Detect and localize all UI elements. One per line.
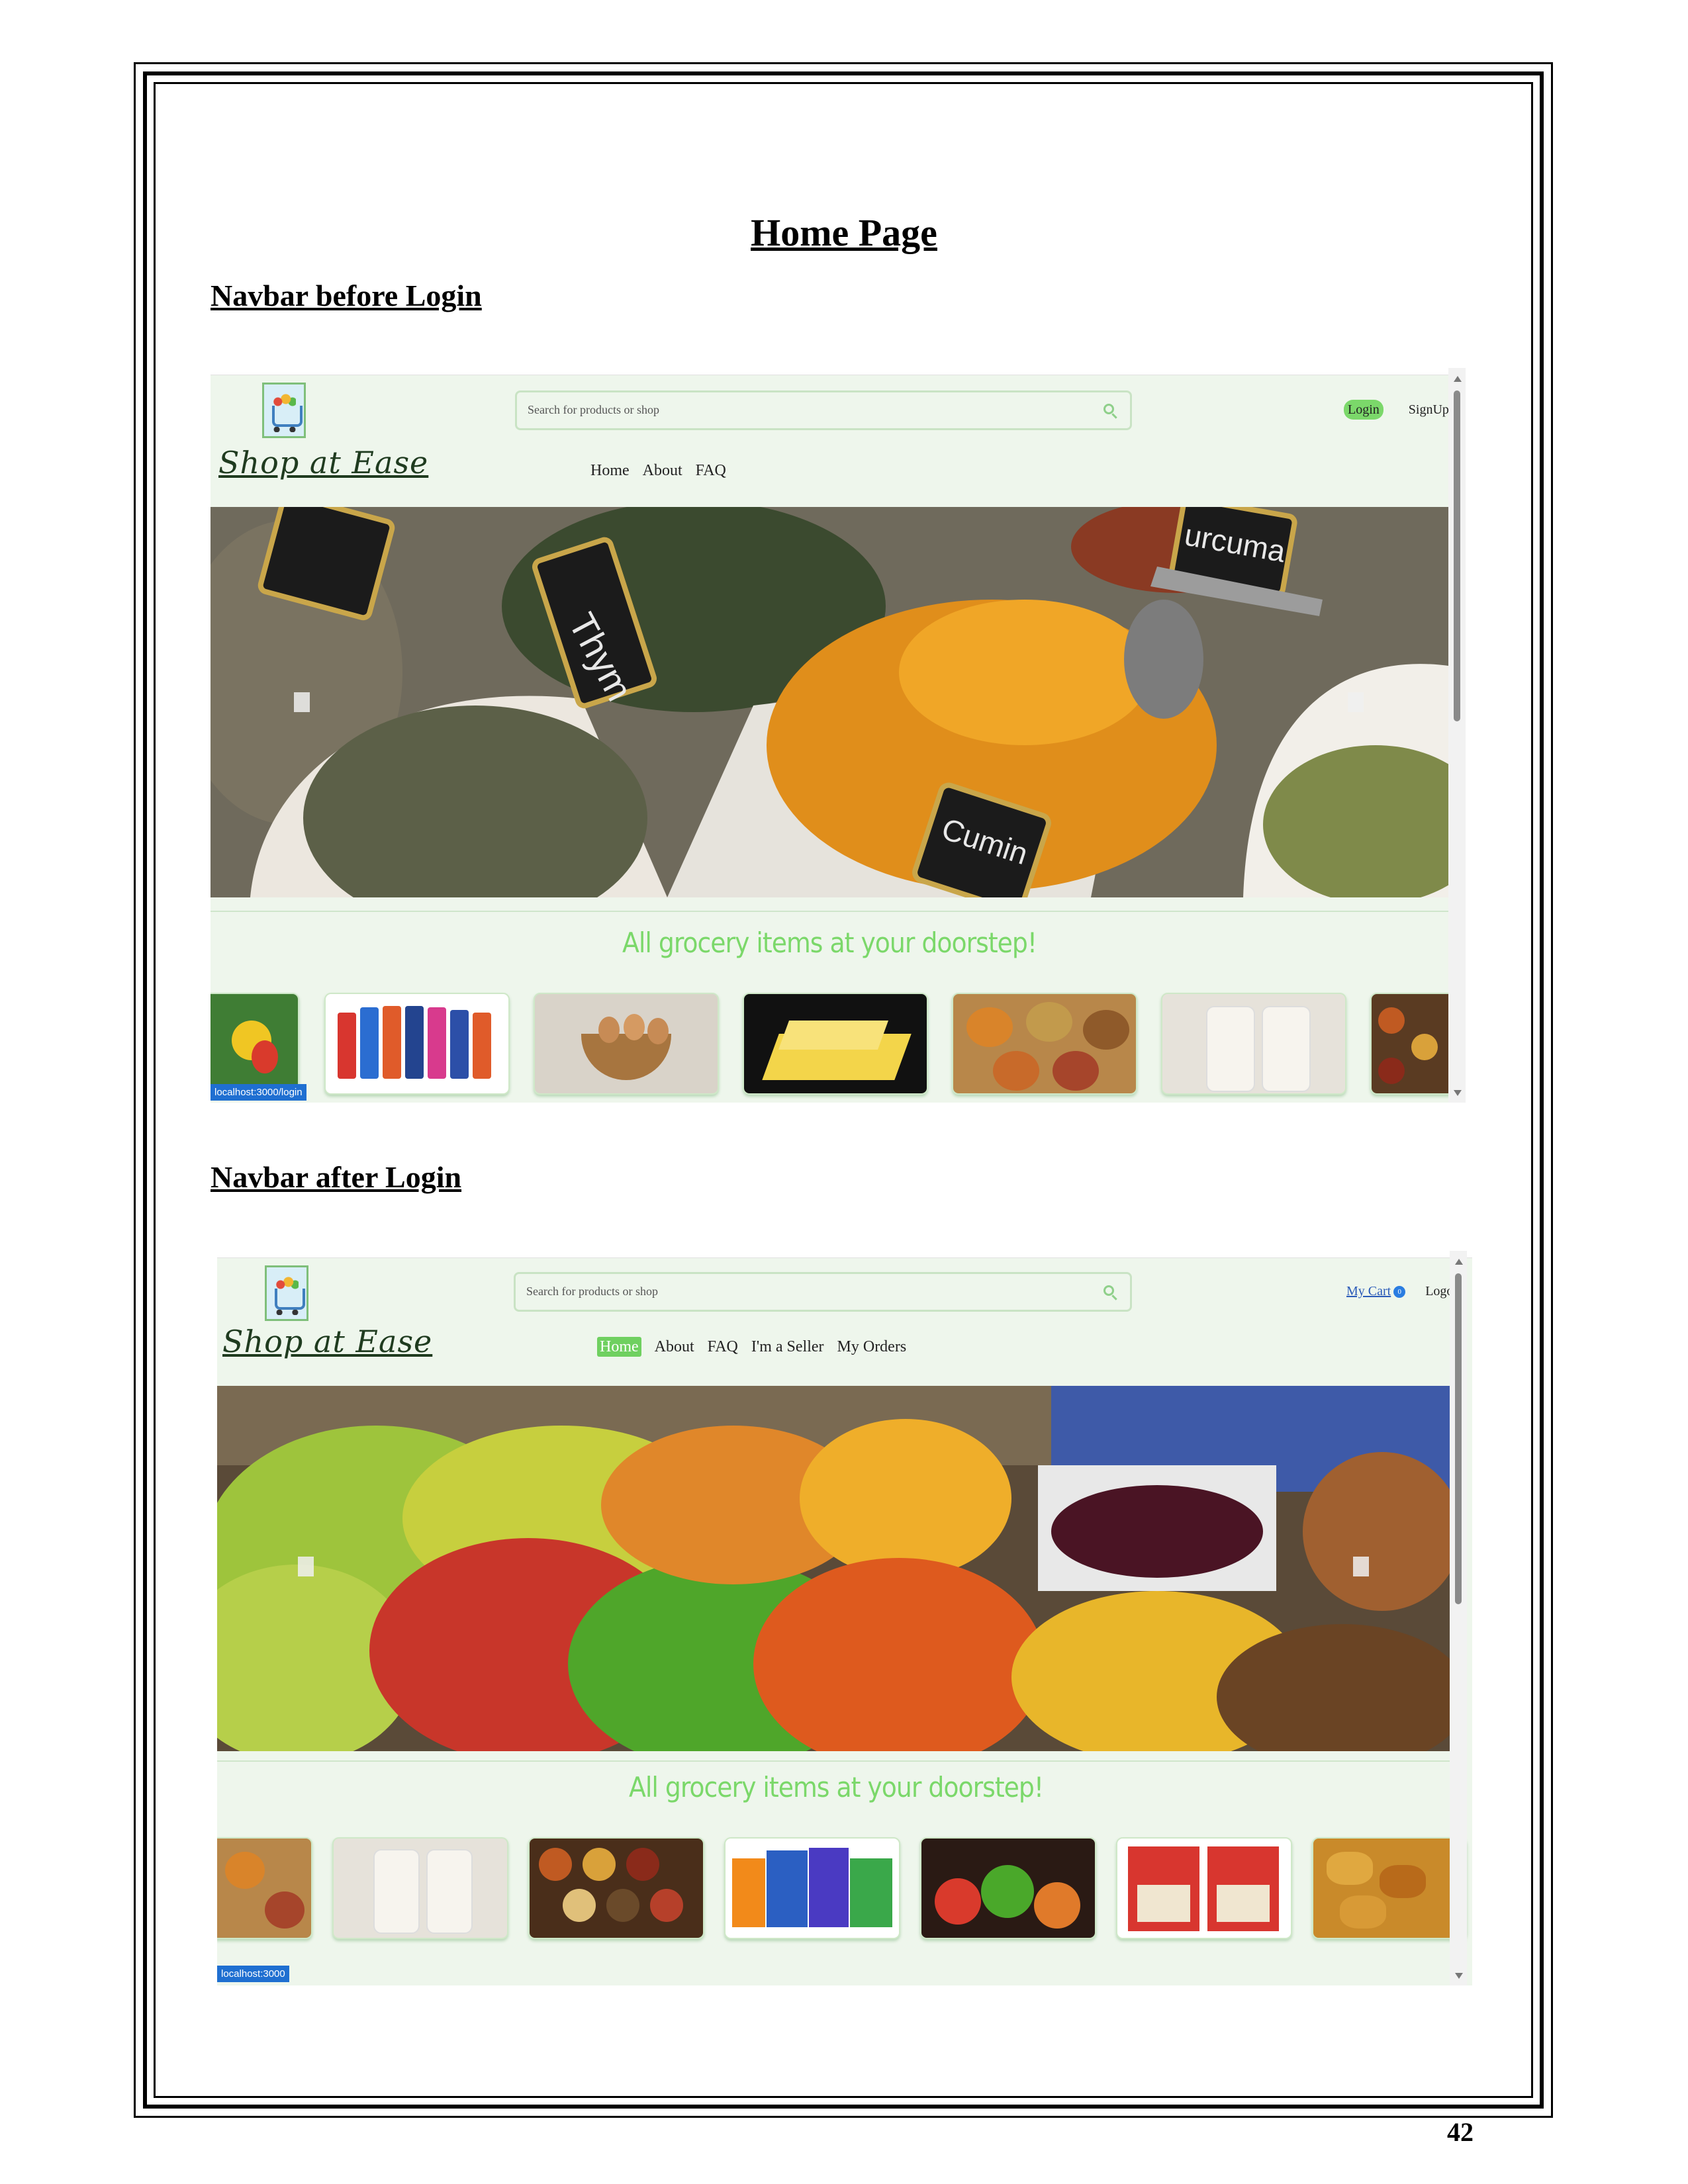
- nav-seller[interactable]: I'm a Seller: [751, 1338, 824, 1355]
- scroll-down-arrow-icon[interactable]: [1454, 1090, 1462, 1096]
- hero-carousel-spices[interactable]: Thym Cumin urcuma: [211, 507, 1448, 897]
- product-card-eggs[interactable]: [534, 993, 719, 1095]
- carousel-next-indicator[interactable]: [1348, 692, 1364, 712]
- scroll-up-arrow-icon[interactable]: [1455, 1259, 1463, 1265]
- search-input[interactable]: Search for products or shop: [515, 390, 1132, 430]
- nav-about[interactable]: About: [655, 1338, 694, 1355]
- page-scrollbar[interactable]: [1450, 1251, 1467, 1985]
- search-placeholder: Search for products or shop: [526, 1285, 658, 1298]
- section-heading-before-login: Navbar before Login: [211, 279, 482, 312]
- product-card-snacks[interactable]: [1312, 1837, 1467, 1939]
- product-card-detergents[interactable]: [724, 1837, 900, 1939]
- product-card-cerelac[interactable]: [1116, 1837, 1292, 1939]
- product-card-pulses[interactable]: [952, 993, 1137, 1095]
- page-number: 42: [1447, 2117, 1474, 2147]
- main-nav: Home About FAQ I'm a Seller My Orders: [597, 1337, 919, 1357]
- logo-text[interactable]: Shop at Ease: [222, 1324, 432, 1359]
- nav-my-orders[interactable]: My Orders: [837, 1338, 907, 1355]
- product-card-vegetables[interactable]: [920, 1837, 1096, 1939]
- scrollbar-thumb[interactable]: [1455, 1273, 1462, 1604]
- status-bar-url: localhost:3000/login: [211, 1084, 306, 1101]
- my-cart-link[interactable]: My Cart: [1346, 1284, 1391, 1298]
- product-card-shampoo[interactable]: [332, 1837, 508, 1939]
- auth-links: Login SignUp: [1344, 400, 1449, 420]
- hero-carousel-fruits[interactable]: [217, 1386, 1455, 1751]
- page-scrollbar[interactable]: [1448, 368, 1466, 1103]
- hero-image-spices: Thym Cumin urcuma: [211, 507, 1448, 897]
- scroll-down-arrow-icon[interactable]: [1455, 1973, 1463, 1979]
- nav-faq[interactable]: FAQ: [696, 462, 726, 479]
- logo-text[interactable]: Shop at Ease: [218, 445, 428, 480]
- carousel-next-indicator[interactable]: [1353, 1557, 1369, 1576]
- nav-faq[interactable]: FAQ: [708, 1338, 738, 1355]
- browser-top-strip: [211, 368, 1466, 375]
- hero-divider: [211, 911, 1448, 912]
- search-input[interactable]: Search for products or shop: [514, 1272, 1132, 1312]
- shop-logo-icon[interactable]: [262, 383, 306, 438]
- section-heading-after-login: Navbar after Login: [211, 1160, 462, 1194]
- screenshot-after-login: Shop at Ease Search for products or shop…: [217, 1251, 1472, 1985]
- tagline: All grocery items at your doorstep!: [622, 927, 1037, 959]
- status-bar-url: localhost:3000: [217, 1966, 289, 1982]
- product-card-vegetables[interactable]: [211, 993, 299, 1095]
- hero-image-fruits: [217, 1386, 1455, 1751]
- main-nav: Home About FAQ: [590, 462, 739, 480]
- page-title: Home Page: [751, 211, 937, 254]
- cart-count-badge: 0: [1393, 1286, 1406, 1298]
- tagline: All grocery items at your doorstep!: [628, 1771, 1044, 1803]
- carousel-prev-indicator[interactable]: [298, 1557, 314, 1576]
- product-card-horlicks[interactable]: [324, 993, 510, 1095]
- carousel-prev-indicator[interactable]: [294, 692, 310, 712]
- nav-home[interactable]: Home: [597, 1337, 641, 1357]
- product-card-butter[interactable]: [743, 993, 928, 1095]
- search-icon[interactable]: [1103, 1285, 1114, 1296]
- search-placeholder: Search for products or shop: [528, 403, 659, 416]
- scroll-up-arrow-icon[interactable]: [1454, 376, 1462, 382]
- product-card-shampoo[interactable]: [1161, 993, 1346, 1095]
- browser-top-strip: [217, 1251, 1472, 1258]
- nav-about[interactable]: About: [643, 462, 682, 479]
- search-icon[interactable]: [1103, 404, 1114, 414]
- hero-divider: [217, 1760, 1455, 1762]
- shop-logo-icon[interactable]: [265, 1265, 308, 1321]
- user-links: My Cart 0 Logout: [1346, 1284, 1464, 1299]
- product-card-pulses[interactable]: [217, 1837, 312, 1939]
- login-button[interactable]: Login: [1344, 400, 1383, 420]
- product-card-spices[interactable]: [528, 1837, 704, 1939]
- scrollbar-thumb[interactable]: [1454, 390, 1460, 721]
- signup-link[interactable]: SignUp: [1409, 402, 1449, 417]
- screenshot-before-login: Shop at Ease Search for products or shop…: [211, 368, 1466, 1103]
- nav-home[interactable]: Home: [590, 462, 630, 479]
